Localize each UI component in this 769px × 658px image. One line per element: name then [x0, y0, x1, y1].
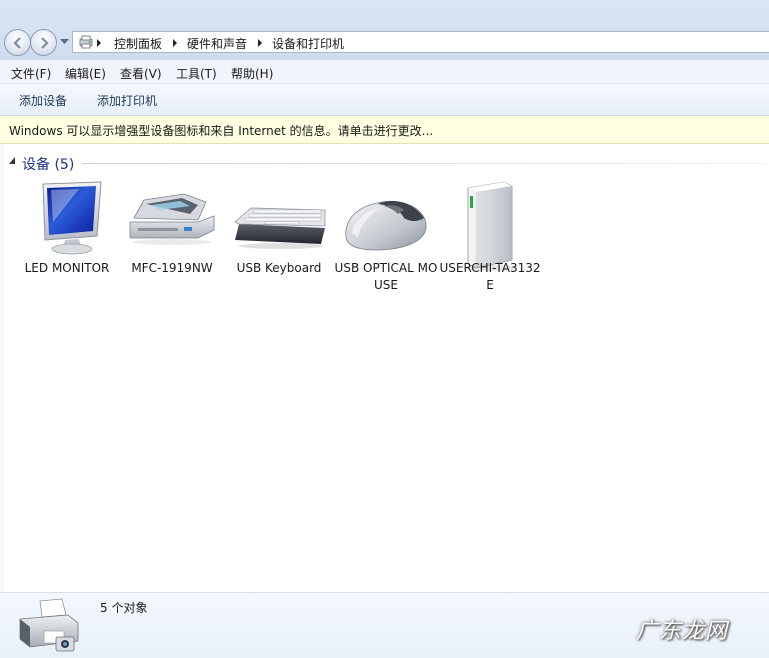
mouse-icon	[345, 200, 427, 251]
device-item-led-monitor[interactable]: LED MONITOR	[15, 178, 119, 277]
device-label: USB Keyboard	[236, 261, 322, 275]
group-divider	[82, 163, 765, 164]
back-button[interactable]	[4, 29, 31, 56]
devices-printers-icon	[19, 598, 79, 652]
command-bar: 添加设备 添加打印机	[0, 84, 769, 116]
keyboard-icon	[234, 207, 326, 249]
breadcrumb-separator-icon[interactable]	[173, 39, 177, 47]
device-item-mfc-1919nw[interactable]: MFC-1919NW	[120, 178, 224, 277]
forward-button[interactable]	[30, 29, 57, 56]
scanner-printer-icon	[129, 193, 215, 245]
recent-pages-dropdown-icon[interactable]	[60, 39, 69, 45]
device-label: MFC-1919NW	[131, 261, 213, 275]
devices-printers-icon	[79, 35, 93, 49]
breadcrumb-item-control-panel[interactable]: 控制面板	[114, 35, 162, 52]
device-item-usb-keyboard[interactable]: USB Keyboard	[227, 178, 331, 277]
details-pane: 5 个对象 广东龙网	[0, 592, 769, 658]
device-label: LED MONITOR	[24, 261, 110, 275]
arrow-left-icon	[13, 37, 21, 49]
arrow-right-icon	[41, 37, 49, 49]
menu-file[interactable]: 文件(F)	[11, 65, 51, 82]
breadcrumb-item-devices-printers[interactable]: 设备和打印机	[272, 35, 344, 52]
add-printer-button[interactable]: 添加打印机	[97, 92, 157, 109]
menu-tools[interactable]: 工具(T)	[176, 65, 217, 82]
monitor-icon	[42, 181, 102, 255]
menu-help[interactable]: 帮助(H)	[231, 65, 273, 82]
breadcrumb-separator-icon[interactable]	[258, 39, 262, 47]
object-count: 5 个对象	[100, 601, 148, 615]
device-item-userchi-ta3132e[interactable]: USERCHI-TA3132E	[438, 178, 542, 294]
menu-view[interactable]: 查看(V)	[120, 65, 162, 82]
breadcrumb-item-hardware-sound[interactable]: 硬件和声音	[187, 35, 247, 52]
add-device-button[interactable]: 添加设备	[19, 92, 67, 109]
device-label: USB OPTICAL MOUSE	[334, 261, 438, 292]
menu-edit[interactable]: 编辑(E)	[65, 65, 106, 82]
info-bar-text: Windows 可以显示增强型设备图标和来自 Internet 的信息。请单击进…	[9, 124, 434, 138]
device-item-usb-optical-mouse[interactable]: USB OPTICAL MOUSE	[334, 178, 438, 294]
device-label: USERCHI-TA3132E	[439, 261, 541, 292]
group-title-devices[interactable]: 设备 (5)	[22, 154, 74, 174]
navigation-bar: 控制面板 硬件和声音 设备和打印机	[0, 0, 769, 60]
content-edge	[0, 144, 4, 592]
menu-bar: 文件(F) 编辑(E) 查看(V) 工具(T) 帮助(H)	[0, 60, 769, 84]
watermark: 广东龙网	[636, 619, 729, 644]
info-bar[interactable]: Windows 可以显示增强型设备图标和来自 Internet 的信息。请单击进…	[0, 116, 769, 144]
collapse-triangle-icon[interactable]	[9, 157, 16, 165]
breadcrumb-separator-icon[interactable]	[97, 39, 101, 47]
address-bar[interactable]: 控制面板 硬件和声音 设备和打印机	[72, 31, 769, 53]
